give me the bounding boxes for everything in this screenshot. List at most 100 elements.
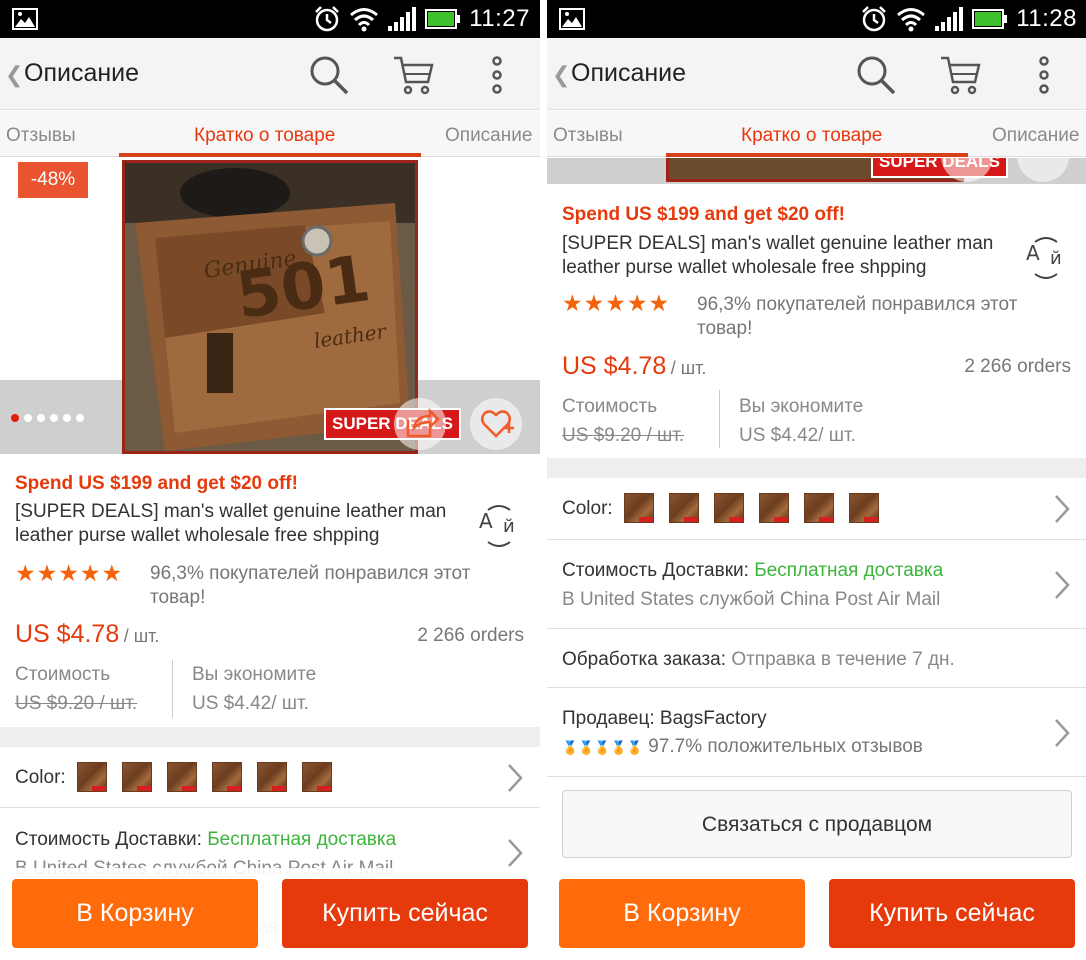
slide-dot[interactable]: [76, 414, 84, 422]
translate-icon[interactable]: A й: [1021, 232, 1071, 282]
seller-name: BagsFactory: [659, 708, 767, 729]
original-cost: Стоимость US $9.20 / шт.: [562, 392, 684, 450]
gallery-notification-icon: [12, 8, 38, 30]
svg-text:й: й: [503, 516, 515, 537]
svg-text:й: й: [1050, 248, 1062, 269]
processing-row: Обработка заказа: Отправка в течение 7 д…: [547, 629, 1086, 688]
seller-row[interactable]: Продавец: BagsFactory 🏅🏅🏅🏅🏅 97.7% положи…: [547, 688, 1086, 777]
color-row[interactable]: Color:: [547, 478, 1086, 540]
section-gap: [547, 458, 1086, 478]
color-swatch[interactable]: [624, 493, 654, 523]
slide-dot[interactable]: [50, 414, 58, 422]
color-swatch[interactable]: [257, 762, 287, 792]
clock: 11:27: [469, 5, 530, 32]
price: US $4.78 / шт.: [15, 620, 159, 649]
processing-value: Отправка в течение 7 дн.: [731, 649, 955, 670]
overflow-menu-icon[interactable]: [1023, 54, 1065, 96]
cost-divider: [719, 390, 720, 448]
buy-now-button[interactable]: Купить сейчас: [282, 879, 528, 948]
color-swatch[interactable]: [77, 762, 107, 792]
tab-description[interactable]: Описание: [992, 125, 1079, 147]
share-button[interactable]: [394, 398, 446, 450]
save-label: Вы экономите: [192, 664, 317, 685]
save-value: US $4.42/ шт.: [192, 693, 309, 714]
active-tab-indicator: [666, 153, 968, 157]
color-swatch[interactable]: [302, 762, 332, 792]
seller-label: Продавец: BagsFactory: [562, 708, 767, 730]
product-gallery[interactable]: 501 Genuine leather -48% SUPER DEALS: [0, 158, 540, 454]
back-chevron-icon[interactable]: ❮: [5, 62, 23, 88]
tab-reviews[interactable]: Отзывы: [553, 125, 623, 147]
wifi-icon: [350, 8, 379, 32]
add-to-cart-button[interactable]: В Корзину: [12, 879, 258, 948]
original-cost: Стоимость US $9.20 / шт.: [15, 660, 137, 718]
seller-feedback: 97.7% положительных отзывов: [648, 736, 923, 757]
back-chevron-icon[interactable]: ❮: [552, 62, 570, 88]
slide-dot[interactable]: [11, 414, 19, 422]
seller-label-text: Продавец:: [562, 708, 655, 729]
buy-now-button[interactable]: Купить сейчас: [829, 879, 1075, 948]
share-icon: [406, 407, 440, 438]
svg-text:A: A: [1026, 241, 1040, 265]
shipping-value: Бесплатная доставка: [754, 560, 944, 581]
contact-seller-button[interactable]: Связаться с продавцом: [562, 790, 1072, 858]
page-title[interactable]: Описание: [24, 59, 139, 88]
color-swatch[interactable]: [122, 762, 152, 792]
slide-dot[interactable]: [37, 414, 45, 422]
clock: 11:28: [1016, 5, 1077, 32]
color-row[interactable]: Color:: [0, 747, 540, 808]
slide-dot[interactable]: [63, 414, 71, 422]
color-swatch[interactable]: [212, 762, 242, 792]
color-swatch[interactable]: [167, 762, 197, 792]
color-swatch[interactable]: [849, 493, 879, 523]
shipping-label-text: Стоимость Доставки:: [562, 560, 749, 581]
shipping-label: Стоимость Доставки: Бесплатная доставка: [15, 829, 396, 851]
page-title[interactable]: Описание: [571, 59, 686, 88]
overflow-menu-icon[interactable]: [476, 54, 518, 96]
color-label: Color:: [15, 767, 66, 788]
tab-description[interactable]: Описание: [445, 125, 532, 147]
shipping-sub: В United States службой China Post Air M…: [562, 589, 941, 610]
seller-feedback-line: 🏅🏅🏅🏅🏅 97.7% положительных отзывов: [562, 736, 923, 758]
promo-text: Spend US $199 and get $20 off!: [15, 473, 298, 494]
save-value: US $4.42/ шт.: [739, 425, 856, 446]
cart-icon[interactable]: [939, 54, 981, 96]
translate-icon[interactable]: A й: [474, 500, 524, 550]
svg-text:A: A: [479, 509, 493, 533]
price: US $4.78 / шт.: [562, 352, 706, 381]
gallery-notification-icon: [559, 8, 585, 30]
add-to-cart-button[interactable]: В Корзину: [559, 879, 805, 948]
wishlist-button[interactable]: [470, 398, 522, 450]
search-icon[interactable]: [855, 54, 897, 96]
product-gallery[interactable]: SUPER DEALS: [547, 158, 1086, 184]
color-swatch[interactable]: [759, 493, 789, 523]
tab-reviews[interactable]: Отзывы: [6, 125, 76, 147]
slide-dot[interactable]: [24, 414, 32, 422]
product-title: [SUPER DEALS] man's wallet genuine leath…: [15, 501, 447, 546]
rating-stars: ★★★★★: [562, 290, 671, 316]
wishlist-button[interactable]: [1017, 158, 1069, 182]
price-unit: / шт.: [670, 358, 707, 378]
chevron-right-icon: [1055, 719, 1070, 747]
rating-text: 96,3% покупателей понравился этот товар!: [697, 294, 1018, 339]
screen-left: 11:27 ❮ Описание Отзывы Кратко о товаре …: [0, 0, 540, 960]
tab-bar: Отзывы Кратко о товаре Описание: [547, 111, 1086, 157]
search-icon[interactable]: [308, 54, 350, 96]
status-bar: 11:28: [547, 0, 1086, 38]
chevron-right-icon: [508, 839, 523, 867]
action-bar: ❮ Описание: [0, 38, 540, 110]
tab-summary[interactable]: Кратко о товаре: [194, 125, 335, 147]
tab-summary[interactable]: Кратко о товаре: [741, 125, 882, 147]
color-swatch[interactable]: [804, 493, 834, 523]
cost-divider: [172, 660, 173, 718]
slide-indicator: [11, 414, 84, 422]
signal-icon: [388, 7, 417, 31]
color-swatch[interactable]: [714, 493, 744, 523]
rating-stars: ★★★★★: [15, 560, 124, 586]
heart-plus-icon: [481, 410, 514, 438]
chevron-right-icon: [508, 764, 523, 792]
color-swatch[interactable]: [669, 493, 699, 523]
savings: Вы экономите US $4.42/ шт.: [192, 660, 316, 718]
shipping-row[interactable]: Стоимость Доставки: Бесплатная доставка …: [547, 540, 1086, 629]
cart-icon[interactable]: [392, 54, 434, 96]
